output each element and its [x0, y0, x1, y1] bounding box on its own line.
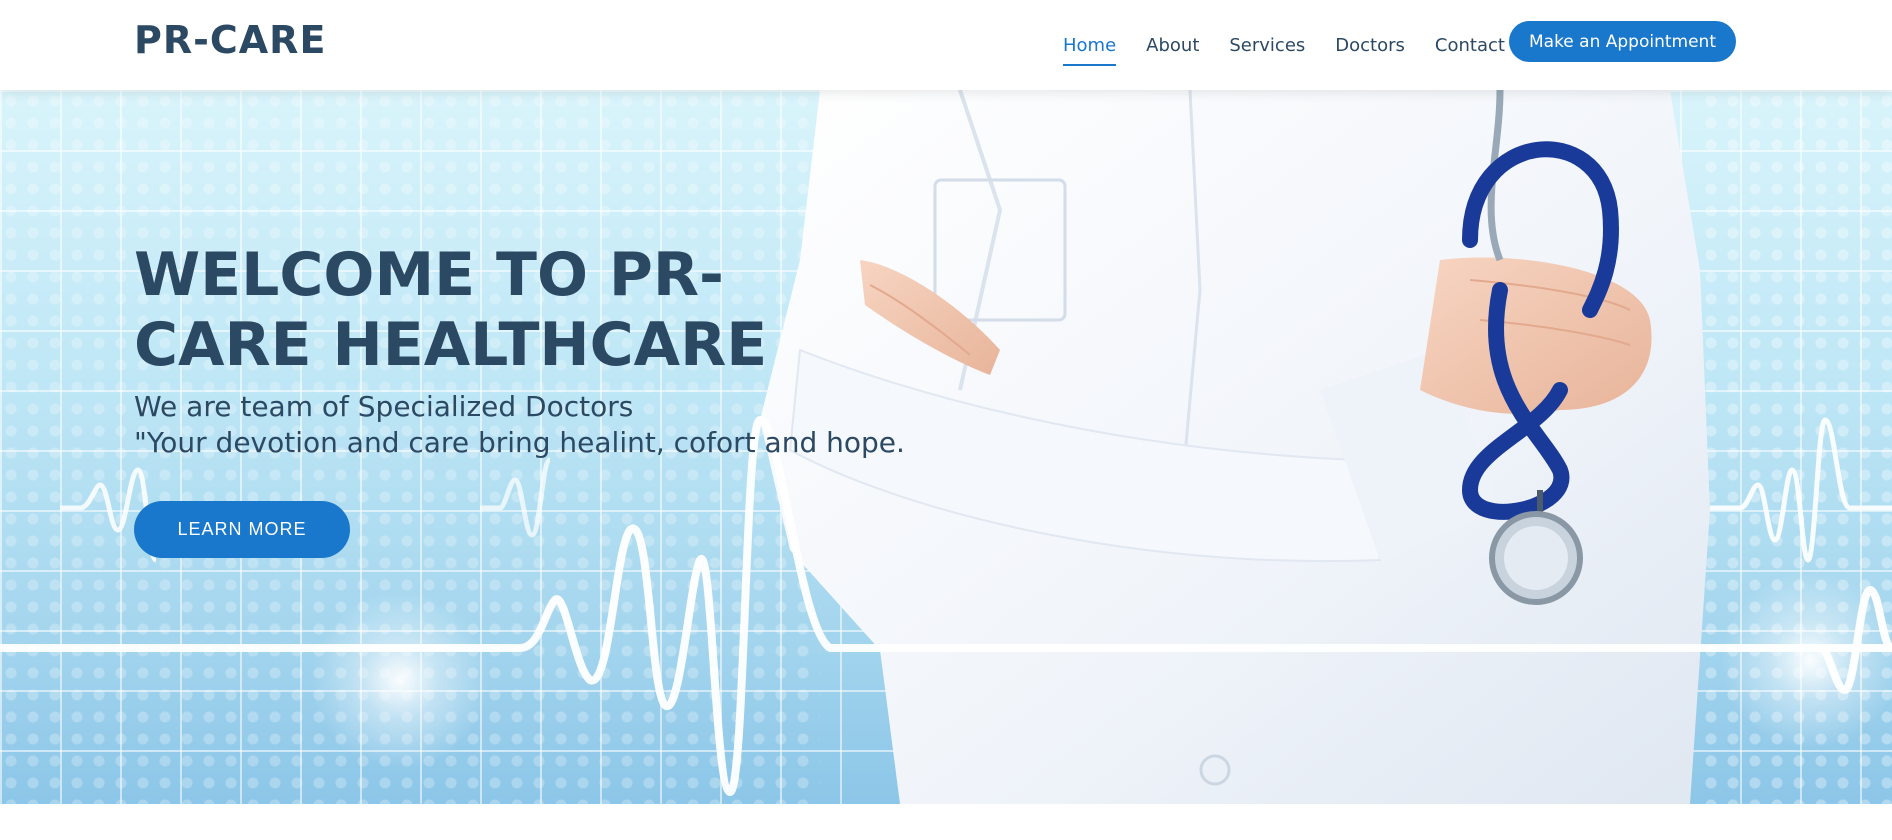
- nav-doctors[interactable]: Doctors: [1335, 25, 1405, 66]
- site-logo[interactable]: PR-CARE: [134, 18, 326, 62]
- nav-home[interactable]: Home: [1063, 25, 1117, 66]
- hero-subtitle: We are team of Specialized Doctors: [134, 390, 634, 423]
- main-nav: Home About Services Doctors Contact: [1063, 0, 1535, 90]
- hero-tagline: "Your devotion and care bring healint, c…: [134, 426, 905, 459]
- nav-contact[interactable]: Contact: [1435, 25, 1505, 66]
- hero-title: WELCOME TO PR-CARE HEALTHCARE: [134, 240, 768, 380]
- learn-more-button[interactable]: LEARN MORE: [134, 501, 350, 558]
- nav-about[interactable]: About: [1146, 25, 1199, 66]
- hero-section: WELCOME TO PR-CARE HEALTHCARE We are tea…: [0, 90, 1892, 804]
- site-header: PR-CARE Home About Services Doctors Cont…: [0, 0, 1892, 90]
- nav-services[interactable]: Services: [1229, 25, 1305, 66]
- make-appointment-button[interactable]: Make an Appointment: [1509, 21, 1736, 62]
